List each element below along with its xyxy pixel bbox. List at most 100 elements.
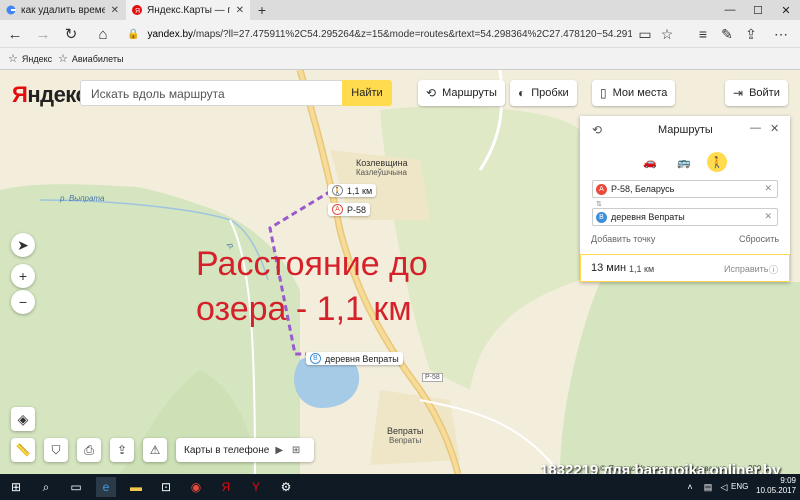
login-icon: ⇥ [733,86,744,100]
favorite-aviabilety[interactable]: ☆ Авиабилеты [58,52,123,65]
favorite-star-icon: ☆ [58,53,68,65]
favorite-yandex[interactable]: ☆ Яндекс [8,52,52,65]
language-indicator[interactable]: ENG [731,482,748,491]
file-explorer-icon[interactable]: ▬ [126,477,146,497]
route-distance-chip[interactable]: 🚶 1,1 км [328,184,377,197]
route-start-chip[interactable]: A Р-58 [328,203,371,216]
river-label: р. Выпрата [60,194,105,203]
route-summary[interactable]: 13 мин 1,1 км Исправить ⓘ [580,254,790,282]
address-toolbar: ← → ↻ ⌂ 🔒 yandex.by/maps/?ll=27.475911%2… [0,20,800,48]
yandex-favicon-icon: Я [132,5,142,15]
minimize-panel-icon[interactable]: — [750,122,761,134]
reading-view-icon[interactable]: ▭ [634,24,656,44]
route-icon: ⟲ [426,86,437,100]
store-icon[interactable]: ⊡ [156,477,176,497]
info-icon[interactable]: ⓘ [769,263,778,276]
village-label: Вепраты [387,426,424,436]
clear-icon[interactable]: ✕ [764,183,772,194]
share-icon[interactable]: ⇪ [740,24,762,44]
route-swap-icon[interactable]: ⟲ [592,123,602,137]
point-b-icon: B [310,353,321,364]
close-panel-icon[interactable]: ✕ [770,122,779,135]
village-label: Козлевщина [356,158,408,168]
favorites-bar: ☆ Яндекс ☆ Авиабилеты [0,48,800,70]
media-icon[interactable]: ◉ [186,477,206,497]
reset-link[interactable]: Сбросить [739,234,779,244]
close-tab-icon[interactable]: ✕ [236,5,244,16]
forward-arrow-icon[interactable]: → [32,24,54,44]
yandex-logo[interactable]: Яндекс [12,82,88,108]
print-icon[interactable]: ⎙ [77,438,101,462]
windows-start-icon[interactable]: ⊞ [6,477,26,497]
minimize-icon[interactable]: — [716,0,744,20]
forest-area [560,282,800,474]
tab-label: Яндекс.Карты — подро [147,4,230,16]
edge-browser-icon[interactable]: e [96,477,116,497]
more-icon[interactable]: ⋯ [770,24,792,44]
maps-in-phone-button[interactable]: Карты в телефоне ▶ ⊞ [176,438,314,462]
favorite-star-icon[interactable]: ☆ [656,24,678,44]
clear-icon[interactable]: ✕ [764,211,772,222]
routes-panel: ⟲ Маршруты — ✕ 🚗 🚌 🚶 A Р-58, Беларусь ✕ … [580,116,790,282]
point-b-icon: B [596,211,607,223]
back-arrow-icon[interactable]: ← [4,24,26,44]
route-time: 13 мин [591,262,627,274]
url-domain: yandex.by [147,28,194,40]
home-icon[interactable]: ⌂ [92,24,114,44]
new-tab-button[interactable]: + [253,0,271,20]
close-tab-icon[interactable]: ✕ [111,5,119,16]
zoom-out-button[interactable]: − [11,290,35,314]
panorama-icon[interactable]: ⛉ [44,438,68,462]
waypoint-b-field[interactable]: B деревня Вепраты ✕ [592,208,778,226]
route-search-input[interactable]: Искать вдоль маршрута [80,80,342,106]
tab-google-search[interactable]: как удалить временные фа ✕ [0,0,125,20]
url-bar[interactable]: 🔒 yandex.by/maps/?ll=27.475911%2C54.2952… [127,25,632,43]
tab-yandex-maps[interactable]: Я Яндекс.Карты — подро ✕ [126,0,250,20]
notes-icon[interactable]: ✎ [716,24,738,44]
yandex-browser-icon[interactable]: Y [246,477,266,497]
walk-icon[interactable]: 🚶 [707,152,727,172]
svg-text:Я: Я [135,8,140,15]
url-path: /maps/?ll=27.475911%2C54.295264&z=15&mod… [193,28,632,40]
search-icon[interactable]: ⌕ [36,477,56,497]
maximize-icon[interactable]: ☐ [744,0,772,20]
add-point-link[interactable]: Добавить точку [591,234,655,244]
bus-icon[interactable]: 🚌 [674,152,694,172]
my-places-button[interactable]: ▯ Мои места [592,80,676,106]
ruler-icon[interactable]: 📏 [11,438,35,462]
google-favicon-icon [6,5,16,15]
fix-link[interactable]: Исправить [724,264,768,274]
login-button[interactable]: ⇥ Войти [725,80,788,106]
swap-waypoints-icon[interactable]: ⇅ [596,200,602,208]
traffic-icon: ◐ [518,86,526,100]
traffic-button[interactable]: ◐ Пробки [510,80,577,106]
panel-title: Маршруты [658,124,713,136]
zoom-in-button[interactable]: + [11,264,35,288]
forest-area [0,130,255,190]
waypoint-a-field[interactable]: A Р-58, Беларусь ✕ [592,180,778,198]
task-view-icon[interactable]: ▭ [66,477,86,497]
tray-arrow-icon[interactable]: ˄ [680,477,700,497]
close-window-icon[interactable]: ✕ [772,0,800,20]
settings-gear-icon[interactable]: ⚙ [276,477,296,497]
favorite-star-icon: ☆ [8,53,18,65]
layers-icon[interactable]: ◈ [11,407,35,431]
map-canvas[interactable]: Яндекс Искать вдоль маршрута Найти ⟲ Марш… [0,70,800,474]
find-button[interactable]: Найти [342,80,392,106]
car-icon[interactable]: 🚗 [640,152,660,172]
routes-button[interactable]: ⟲ Маршруты [418,80,505,106]
share-icon[interactable]: ⇪ [110,438,134,462]
yandex-app-icon[interactable]: Я [216,477,236,497]
panel-header: ⟲ Маршруты — ✕ [580,116,790,144]
browser-tab-bar: как удалить временные фа ✕ Я Яндекс.Карт… [0,0,800,20]
village-label-by: Вепраты [389,436,422,445]
geolocation-icon[interactable]: ➤ [11,233,35,257]
refresh-icon[interactable]: ↻ [60,24,82,44]
lock-icon: 🔒 [127,28,140,40]
system-clock[interactable]: 9:09 10.05.2017 [756,476,796,496]
route-distance: 1,1 км [629,264,655,274]
report-error-icon[interactable]: ⚠ [143,438,167,462]
windows-taskbar: ⊞ ⌕ ▭ e ▬ ⊡ ◉ Я Y ⚙ ˄ ▤ ◁ [0,474,800,500]
hub-icon[interactable]: ≡ [692,24,714,44]
route-end-chip[interactable]: Bдеревня Вепраты [306,352,403,365]
